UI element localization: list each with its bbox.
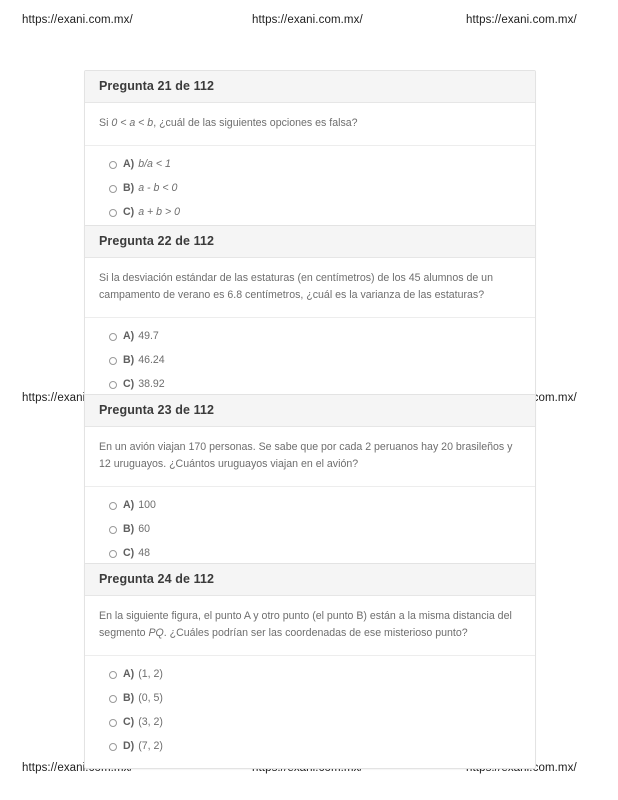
option-item[interactable]: C) (3, 2): [85, 711, 535, 735]
option-item[interactable]: A) 49.7: [85, 325, 535, 349]
option-letter: D): [123, 739, 135, 752]
radio-button-icon[interactable]: [109, 671, 117, 680]
radio-button-icon[interactable]: [109, 357, 117, 366]
option-text: 38.92: [138, 378, 165, 391]
stem-part: Si la desviación estándar de las estatur…: [99, 272, 493, 302]
question-stem: En un avión viajan 170 personas. Se sabe…: [85, 427, 535, 488]
radio-button-icon[interactable]: [109, 526, 117, 535]
watermark-row-top: https://exani.com.mx/ https://exani.com.…: [0, 14, 618, 32]
stem-part: Si: [99, 117, 112, 129]
question-header: Pregunta 21 de 112: [85, 71, 535, 103]
option-letter: B): [123, 692, 135, 705]
stem-math: 0 < a < b: [111, 117, 154, 129]
radio-button-icon[interactable]: [109, 333, 117, 342]
option-letter: B): [123, 354, 135, 367]
option-text: (1, 2): [138, 668, 163, 681]
option-letter: C): [123, 378, 135, 391]
option-letter: C): [123, 547, 135, 560]
option-text: a - b < 0: [138, 182, 178, 195]
option-list: A) (1, 2) B) (0, 5) C) (3, 2) D) (7, 2): [85, 656, 535, 768]
option-letter: A): [123, 330, 135, 343]
option-letter: A): [123, 499, 135, 512]
option-item[interactable]: A) b/a < 1: [85, 153, 535, 177]
radio-button-icon[interactable]: [109, 381, 117, 390]
option-text: 60: [138, 523, 150, 536]
option-text: 46.24: [138, 354, 165, 367]
option-letter: B): [123, 523, 135, 536]
option-item[interactable]: B) a - b < 0: [85, 177, 535, 201]
stem-part: . ¿Cuáles podrían ser las coordenadas de…: [163, 627, 468, 640]
option-text: (3, 2): [138, 716, 163, 729]
question-header: Pregunta 22 de 112: [85, 226, 535, 258]
option-text: a + b > 0: [138, 205, 181, 218]
option-text: 100: [138, 499, 156, 512]
option-item[interactable]: A) 100: [85, 494, 535, 518]
radio-button-icon[interactable]: [109, 719, 117, 728]
option-item[interactable]: B) 46.24: [85, 349, 535, 373]
radio-button-icon[interactable]: [109, 161, 117, 170]
question-header: Pregunta 23 de 112: [85, 395, 535, 427]
watermark-text: https://exani.com.mx/: [22, 14, 133, 26]
radio-button-icon[interactable]: [109, 695, 117, 704]
option-letter: B): [123, 182, 135, 195]
option-letter: C): [123, 716, 135, 729]
radio-button-icon[interactable]: [109, 184, 117, 193]
question-sheet: Pregunta 21 de 112 Si 0 < a < b, ¿cuál d…: [0, 0, 618, 800]
question-stem: Si 0 < a < b, ¿cuál de las siguientes op…: [85, 103, 535, 147]
option-text: b/a < 1: [138, 158, 171, 171]
option-item[interactable]: C) a + b > 0: [85, 201, 535, 225]
question-stem: En la siguiente figura, el punto A y otr…: [85, 596, 535, 657]
stem-part: , ¿cuál de las siguientes opciones es fa…: [153, 117, 358, 129]
radio-button-icon[interactable]: [109, 550, 117, 559]
watermark-text: https://exani.com.mx/: [252, 14, 363, 26]
radio-button-icon[interactable]: [109, 502, 117, 511]
option-text: (7, 2): [138, 739, 163, 752]
question-stem: Si la desviación estándar de las estatur…: [85, 258, 535, 319]
stem-part: En un avión viajan 170 personas. Se sabe…: [99, 441, 513, 471]
stem-math: PQ: [148, 627, 164, 640]
option-text: (0, 5): [138, 692, 163, 705]
question-card: Pregunta 24 de 112 En la siguiente figur…: [84, 563, 536, 769]
option-text: 49.7: [138, 330, 159, 343]
option-item[interactable]: B) (0, 5): [85, 687, 535, 711]
option-text: 48: [138, 547, 150, 560]
question-header: Pregunta 24 de 112: [85, 564, 535, 596]
option-letter: C): [123, 205, 135, 218]
option-letter: A): [123, 158, 135, 171]
option-item[interactable]: A) (1, 2): [85, 663, 535, 687]
option-item[interactable]: B) 60: [85, 518, 535, 542]
watermark-text: https://exani.com.mx/: [466, 14, 577, 26]
radio-button-icon[interactable]: [109, 742, 117, 751]
radio-button-icon[interactable]: [109, 208, 117, 217]
option-letter: A): [123, 668, 135, 681]
option-item[interactable]: D) (7, 2): [85, 735, 535, 759]
